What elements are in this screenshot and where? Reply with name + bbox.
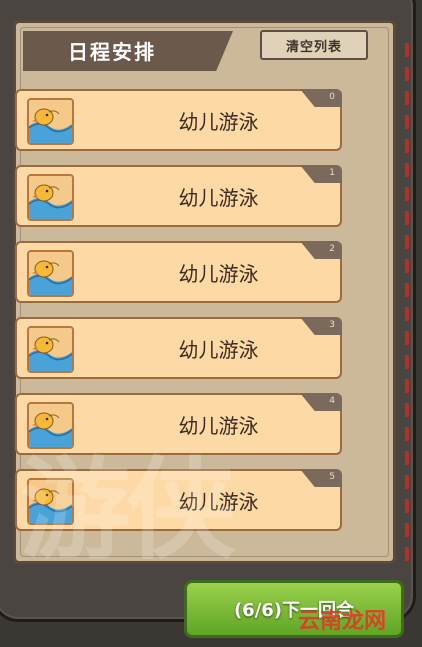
schedule-item[interactable]: 4 幼儿游泳 [15, 393, 342, 455]
duck-swimming-icon [27, 326, 74, 373]
schedule-item-label: 幼儿游泳 [178, 337, 259, 362]
frame-dash-right [405, 43, 409, 563]
schedule-item[interactable]: 5 幼儿游泳 [15, 469, 342, 531]
next-turn-label: (6/6)下一回合 [233, 600, 355, 621]
duck-swimming-icon [27, 174, 74, 221]
duck-swimming-icon [27, 402, 74, 449]
schedule-item-label: 幼儿游泳 [178, 261, 259, 286]
schedule-item-label: 幼儿游泳 [178, 185, 259, 210]
schedule-item[interactable]: 0 幼儿游泳 [15, 89, 342, 151]
schedule-item-label: 幼儿游泳 [178, 413, 259, 438]
schedule-item[interactable]: 3 幼儿游泳 [15, 317, 342, 379]
panel-title: 日程安排 [68, 40, 156, 64]
duck-swimming-icon [27, 98, 74, 145]
schedule-item[interactable]: 2 幼儿游泳 [15, 241, 342, 303]
duck-swimming-icon [27, 250, 74, 297]
duck-swimming-icon [27, 478, 74, 525]
schedule-item-label: 幼儿游泳 [178, 109, 259, 134]
next-turn-button[interactable]: (6/6)下一回合 [184, 580, 404, 638]
schedule-item-label: 幼儿游泳 [178, 489, 259, 514]
schedule-item[interactable]: 1 幼儿游泳 [15, 165, 342, 227]
clear-list-button[interactable]: 清空列表 [260, 30, 368, 60]
